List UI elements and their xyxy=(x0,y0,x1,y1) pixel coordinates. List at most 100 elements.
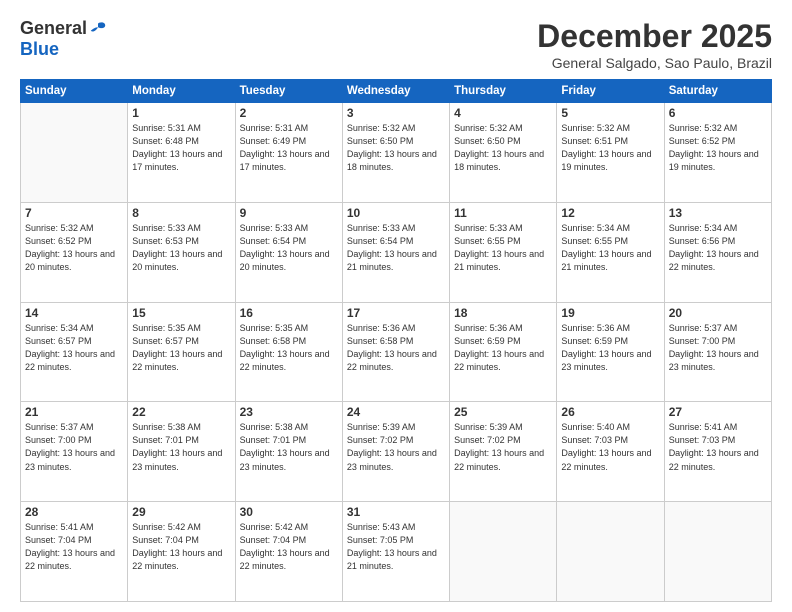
day-info: Sunrise: 5:35 AMSunset: 6:58 PMDaylight:… xyxy=(240,322,338,374)
day-info: Sunrise: 5:32 AMSunset: 6:50 PMDaylight:… xyxy=(347,122,445,174)
table-row xyxy=(21,103,128,203)
table-row: 8 Sunrise: 5:33 AMSunset: 6:53 PMDaylight… xyxy=(128,202,235,302)
title-block: December 2025 General Salgado, Sao Paulo… xyxy=(537,18,772,71)
day-info: Sunrise: 5:35 AMSunset: 6:57 PMDaylight:… xyxy=(132,322,230,374)
day-info: Sunrise: 5:32 AMSunset: 6:50 PMDaylight:… xyxy=(454,122,552,174)
col-saturday: Saturday xyxy=(664,80,771,103)
table-row: 22Sunrise: 5:38 AMSunset: 7:01 PMDayligh… xyxy=(128,402,235,502)
col-tuesday: Tuesday xyxy=(235,80,342,103)
table-row: 14 Sunrise: 5:34 AMSunset: 6:57 PMDayligh… xyxy=(21,302,128,402)
day-number: 30 xyxy=(240,505,338,519)
logo-general: General xyxy=(20,18,87,39)
day-info: Sunrise: 5:43 AMSunset: 7:05 PMDaylight:… xyxy=(347,521,445,573)
day-number: 18 xyxy=(454,306,552,320)
calendar-header-row: Sunday Monday Tuesday Wednesday Thursday… xyxy=(21,80,772,103)
table-row xyxy=(664,502,771,602)
calendar: Sunday Monday Tuesday Wednesday Thursday… xyxy=(20,79,772,602)
day-info: Sunrise: 5:36 AMSunset: 6:59 PMDaylight:… xyxy=(561,322,659,374)
day-number: 27 xyxy=(669,405,767,419)
day-number: 29 xyxy=(132,505,230,519)
day-number: 5 xyxy=(561,106,659,120)
col-monday: Monday xyxy=(128,80,235,103)
table-row: 19Sunrise: 5:36 AMSunset: 6:59 PMDayligh… xyxy=(557,302,664,402)
table-row: 21Sunrise: 5:37 AMSunset: 7:00 PMDayligh… xyxy=(21,402,128,502)
day-number: 23 xyxy=(240,405,338,419)
day-info: Sunrise: 5:38 AMSunset: 7:01 PMDaylight:… xyxy=(240,421,338,473)
table-row: 6 Sunrise: 5:32 AMSunset: 6:52 PMDaylight… xyxy=(664,103,771,203)
col-wednesday: Wednesday xyxy=(342,80,449,103)
day-info: Sunrise: 5:34 AMSunset: 6:56 PMDaylight:… xyxy=(669,222,767,274)
day-info: Sunrise: 5:36 AMSunset: 6:58 PMDaylight:… xyxy=(347,322,445,374)
table-row: 7 Sunrise: 5:32 AMSunset: 6:52 PMDaylight… xyxy=(21,202,128,302)
day-number: 15 xyxy=(132,306,230,320)
day-number: 9 xyxy=(240,206,338,220)
day-number: 10 xyxy=(347,206,445,220)
table-row: 10 Sunrise: 5:33 AMSunset: 6:54 PMDayligh… xyxy=(342,202,449,302)
header: General Blue December 2025 General Salga… xyxy=(20,18,772,71)
day-number: 24 xyxy=(347,405,445,419)
day-info: Sunrise: 5:41 AMSunset: 7:03 PMDaylight:… xyxy=(669,421,767,473)
table-row xyxy=(450,502,557,602)
day-info: Sunrise: 5:39 AMSunset: 7:02 PMDaylight:… xyxy=(454,421,552,473)
table-row: 5 Sunrise: 5:32 AMSunset: 6:51 PMDaylight… xyxy=(557,103,664,203)
day-info: Sunrise: 5:33 AMSunset: 6:53 PMDaylight:… xyxy=(132,222,230,274)
day-info: Sunrise: 5:32 AMSunset: 6:51 PMDaylight:… xyxy=(561,122,659,174)
day-info: Sunrise: 5:36 AMSunset: 6:59 PMDaylight:… xyxy=(454,322,552,374)
table-row: 27 Sunrise: 5:41 AMSunset: 7:03 PMDayligh… xyxy=(664,402,771,502)
table-row: 9 Sunrise: 5:33 AMSunset: 6:54 PMDaylight… xyxy=(235,202,342,302)
calendar-week-row: 21Sunrise: 5:37 AMSunset: 7:00 PMDayligh… xyxy=(21,402,772,502)
table-row: 3 Sunrise: 5:32 AMSunset: 6:50 PMDaylight… xyxy=(342,103,449,203)
day-number: 14 xyxy=(25,306,123,320)
table-row: 17 Sunrise: 5:36 AMSunset: 6:58 PMDayligh… xyxy=(342,302,449,402)
day-info: Sunrise: 5:41 AMSunset: 7:04 PMDaylight:… xyxy=(25,521,123,573)
table-row: 11Sunrise: 5:33 AMSunset: 6:55 PMDayligh… xyxy=(450,202,557,302)
logo: General Blue xyxy=(20,18,107,60)
day-number: 28 xyxy=(25,505,123,519)
table-row: 25Sunrise: 5:39 AMSunset: 7:02 PMDayligh… xyxy=(450,402,557,502)
day-info: Sunrise: 5:42 AMSunset: 7:04 PMDaylight:… xyxy=(240,521,338,573)
day-number: 7 xyxy=(25,206,123,220)
day-info: Sunrise: 5:32 AMSunset: 6:52 PMDaylight:… xyxy=(25,222,123,274)
table-row: 20 Sunrise: 5:37 AMSunset: 7:00 PMDayligh… xyxy=(664,302,771,402)
logo-blue: Blue xyxy=(20,39,107,60)
day-number: 6 xyxy=(669,106,767,120)
logo-bird-icon xyxy=(89,20,107,38)
day-number: 11 xyxy=(454,206,552,220)
table-row: 15 Sunrise: 5:35 AMSunset: 6:57 PMDayligh… xyxy=(128,302,235,402)
day-number: 17 xyxy=(347,306,445,320)
day-number: 26 xyxy=(561,405,659,419)
day-info: Sunrise: 5:42 AMSunset: 7:04 PMDaylight:… xyxy=(132,521,230,573)
table-row xyxy=(557,502,664,602)
day-number: 3 xyxy=(347,106,445,120)
day-info: Sunrise: 5:31 AMSunset: 6:49 PMDaylight:… xyxy=(240,122,338,174)
calendar-week-row: 28 Sunrise: 5:41 AMSunset: 7:04 PMDayligh… xyxy=(21,502,772,602)
day-number: 22 xyxy=(132,405,230,419)
calendar-week-row: 14 Sunrise: 5:34 AMSunset: 6:57 PMDayligh… xyxy=(21,302,772,402)
table-row: 28 Sunrise: 5:41 AMSunset: 7:04 PMDayligh… xyxy=(21,502,128,602)
day-info: Sunrise: 5:37 AMSunset: 7:00 PMDaylight:… xyxy=(669,322,767,374)
day-number: 21 xyxy=(25,405,123,419)
day-number: 12 xyxy=(561,206,659,220)
table-row: 31 Sunrise: 5:43 AMSunset: 7:05 PMDayligh… xyxy=(342,502,449,602)
table-row: 4Sunrise: 5:32 AMSunset: 6:50 PMDaylight… xyxy=(450,103,557,203)
day-info: Sunrise: 5:33 AMSunset: 6:54 PMDaylight:… xyxy=(240,222,338,274)
day-number: 31 xyxy=(347,505,445,519)
table-row: 12Sunrise: 5:34 AMSunset: 6:55 PMDayligh… xyxy=(557,202,664,302)
day-info: Sunrise: 5:32 AMSunset: 6:52 PMDaylight:… xyxy=(669,122,767,174)
calendar-week-row: 1Sunrise: 5:31 AMSunset: 6:48 PMDaylight… xyxy=(21,103,772,203)
table-row: 2 Sunrise: 5:31 AMSunset: 6:49 PMDaylight… xyxy=(235,103,342,203)
day-info: Sunrise: 5:39 AMSunset: 7:02 PMDaylight:… xyxy=(347,421,445,473)
col-sunday: Sunday xyxy=(21,80,128,103)
month-year: December 2025 xyxy=(537,18,772,55)
table-row: 1Sunrise: 5:31 AMSunset: 6:48 PMDaylight… xyxy=(128,103,235,203)
day-number: 2 xyxy=(240,106,338,120)
day-info: Sunrise: 5:34 AMSunset: 6:57 PMDaylight:… xyxy=(25,322,123,374)
day-number: 8 xyxy=(132,206,230,220)
day-number: 20 xyxy=(669,306,767,320)
table-row: 30 Sunrise: 5:42 AMSunset: 7:04 PMDayligh… xyxy=(235,502,342,602)
day-info: Sunrise: 5:40 AMSunset: 7:03 PMDaylight:… xyxy=(561,421,659,473)
calendar-week-row: 7 Sunrise: 5:32 AMSunset: 6:52 PMDaylight… xyxy=(21,202,772,302)
day-info: Sunrise: 5:33 AMSunset: 6:54 PMDaylight:… xyxy=(347,222,445,274)
table-row: 16Sunrise: 5:35 AMSunset: 6:58 PMDayligh… xyxy=(235,302,342,402)
day-info: Sunrise: 5:31 AMSunset: 6:48 PMDaylight:… xyxy=(132,122,230,174)
